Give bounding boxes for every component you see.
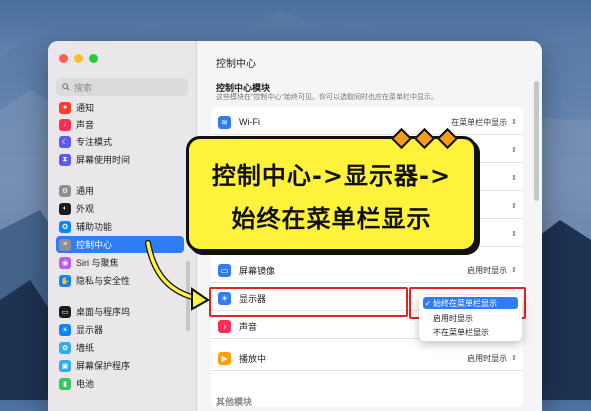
- instruction-banner: 控制中心->显示器-> 始终在菜单栏显示: [186, 127, 477, 252]
- close-button[interactable]: [59, 54, 68, 63]
- highlight-display-row: [209, 287, 408, 317]
- select-value: 在菜单栏中显示: [451, 117, 508, 127]
- pointer-arrow-icon: [145, 240, 210, 311]
- sidebar-item[interactable]: ☀ 显示器: [56, 321, 184, 338]
- section-description: 这些模块在"控制中心"始终可见。你可以选取同时也应在菜单栏中显示。: [216, 94, 438, 101]
- sidebar-item[interactable]: ✪ 辅助功能: [56, 218, 184, 235]
- module-row: ▭ 屏幕镜像 启用时显示 ⇕: [211, 258, 523, 283]
- minimize-button[interactable]: [74, 54, 83, 63]
- search-placeholder: 搜索: [74, 82, 93, 93]
- hand-icon: ✋: [59, 274, 71, 287]
- sidebar-item[interactable]: ♪ 声音: [56, 116, 184, 133]
- sidebar-item-label: 隐私与安全性: [76, 276, 131, 286]
- control-center-icon: ≡: [59, 238, 71, 251]
- chevron-updown-icon: ⇕: [511, 267, 517, 274]
- main-scrollbar[interactable]: [534, 81, 539, 201]
- sidebar-item-label: 显示器: [76, 325, 104, 335]
- screensaver-icon: ▣: [59, 359, 71, 372]
- sidebar-item[interactable]: ✿ 墙纸: [56, 339, 184, 356]
- sidebar-item-label: 墙纸: [76, 343, 95, 353]
- sidebar-item[interactable]: ● 通知: [56, 99, 184, 116]
- dropdown-option-never[interactable]: 不在菜单栏显示: [423, 326, 518, 338]
- sidebar-item-label: 通用: [76, 186, 95, 196]
- zoom-button[interactable]: [89, 54, 98, 63]
- dropdown-option-when-active[interactable]: 启用时显示: [423, 312, 518, 324]
- chevron-updown-icon: ⇕: [511, 203, 517, 210]
- bell-icon: ●: [59, 101, 71, 114]
- checkmark-icon: ✓: [424, 298, 432, 308]
- wallpaper-icon: ✿: [59, 341, 71, 354]
- battery-icon: ▮: [59, 377, 71, 390]
- sidebar: 搜索 ● 通知 ♪ 声音 ☾ 专注模式 ⧗ 屏幕使用时间 ⚙ 通用 ◐ 外观 ✪ 辅助功能 ≡ 控制中心 ◉ Si…: [48, 41, 197, 411]
- search-input[interactable]: 搜索: [56, 78, 188, 96]
- dropdown-option-always[interactable]: ✓ 始终在菜单栏显示: [423, 297, 518, 309]
- select-value: 启用时显示: [467, 265, 508, 275]
- wifi-icon: ≋: [218, 115, 231, 129]
- display-icon: ☀: [59, 323, 71, 336]
- chevron-updown-icon: ⇕: [511, 175, 517, 182]
- speaker-icon: ♪: [59, 118, 71, 131]
- menu-bar-option-dropdown[interactable]: ✓ 始终在菜单栏显示 启用时显示 不在菜单栏显示: [419, 295, 522, 341]
- sidebar-item-label: Siri 与聚焦: [76, 258, 119, 268]
- menu-bar-visibility-select[interactable]: ⇕: [507, 194, 517, 218]
- sidebar-item[interactable]: ⚙ 通用: [56, 182, 184, 199]
- menu-bar-visibility-select[interactable]: 启用时显示 ⇕: [467, 258, 517, 282]
- banner-line-1: 控制中心->显示器->: [211, 162, 452, 190]
- chevron-updown-icon: ⇕: [511, 231, 517, 238]
- menu-bar-visibility-select[interactable]: ⇕: [507, 138, 517, 162]
- module-row-label: 屏幕镜像: [239, 265, 276, 276]
- gear-icon: ⚙: [59, 184, 71, 197]
- accessibility-icon: ✪: [59, 220, 71, 233]
- chevron-updown-icon: ⇕: [511, 355, 517, 362]
- dock-icon: ▭: [59, 305, 71, 318]
- hourglass-icon: ⧗: [59, 153, 71, 166]
- sidebar-item-label: 通知: [76, 103, 95, 113]
- module-row: ▶ 播放中 启用时显示 ⇕: [211, 346, 523, 371]
- select-value: 启用时显示: [467, 353, 508, 363]
- moon-icon: ☾: [59, 135, 71, 148]
- window-controls: [59, 54, 98, 63]
- sidebar-item[interactable]: ⧗ 屏幕使用时间: [56, 151, 184, 168]
- siri-icon: ◉: [59, 256, 71, 269]
- sidebar-item-label: 电池: [76, 379, 95, 389]
- sidebar-item-label: 桌面与程序坞: [76, 307, 131, 317]
- dropdown-option-label: 始终在菜单栏显示: [433, 298, 497, 308]
- menu-bar-visibility-select[interactable]: ⇕: [507, 166, 517, 190]
- sidebar-item-label: 屏幕使用时间: [76, 155, 131, 165]
- chevron-updown-icon: ⇕: [511, 147, 517, 154]
- sidebar-item-label: 声音: [76, 120, 95, 130]
- search-icon: [62, 83, 70, 91]
- sound-icon: ♪: [218, 319, 231, 333]
- module-row-label: 声音: [239, 321, 258, 332]
- sidebar-item[interactable]: ▣ 屏幕保护程序: [56, 357, 184, 374]
- menu-bar-visibility-select[interactable]: 启用时显示 ⇕: [467, 346, 517, 370]
- sidebar-item-label: 辅助功能: [76, 222, 113, 232]
- sidebar-item-label: 外观: [76, 204, 95, 214]
- now-playing-icon: ▶: [218, 351, 231, 365]
- banner-line-2: 始终在菜单栏显示: [231, 205, 432, 233]
- sidebar-item-label: 专注模式: [76, 137, 113, 147]
- dropdown-option-label: 不在菜单栏显示: [433, 327, 489, 337]
- page-title: 控制中心: [216, 59, 256, 70]
- module-row-label: 播放中: [239, 353, 267, 364]
- chevron-updown-icon: ⇕: [511, 119, 517, 126]
- sidebar-item-label: 控制中心: [76, 240, 113, 250]
- sidebar-item-label: 屏幕保护程序: [76, 361, 131, 371]
- menu-bar-visibility-select[interactable]: 在菜单栏中显示 ⇕: [451, 110, 517, 134]
- menu-bar-visibility-select[interactable]: ⇕: [507, 222, 517, 246]
- appearance-icon: ◐: [59, 202, 71, 215]
- sidebar-item[interactable]: ☾ 专注模式: [56, 133, 184, 150]
- banner-diamonds: [390, 127, 459, 150]
- sidebar-item[interactable]: ◐ 外观: [56, 200, 184, 217]
- sidebar-item[interactable]: ▮ 电池: [56, 375, 184, 392]
- module-row-label: Wi-Fi: [239, 117, 260, 127]
- dropdown-option-label: 启用时显示: [433, 313, 473, 323]
- module-row: ≋ Wi-Fi 在菜单栏中显示 ⇕: [211, 110, 523, 135]
- next-section-title: 其他模块: [216, 397, 253, 407]
